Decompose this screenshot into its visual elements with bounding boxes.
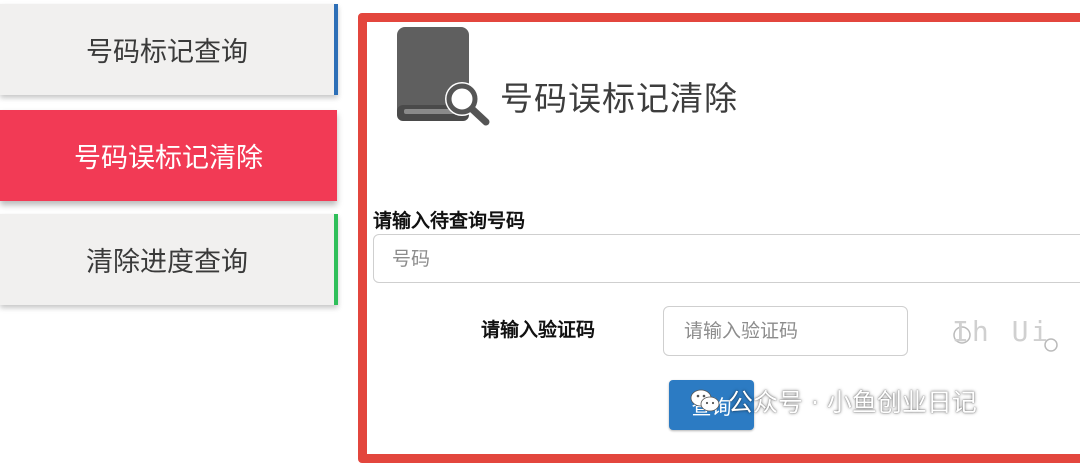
page-title: 号码误标记清除	[500, 79, 738, 118]
phone-label: 请输入待查询号码	[373, 210, 526, 232]
sidebar-item-progress-query[interactable]: 清除进度查询	[0, 214, 338, 305]
sidebar-item-label: 清除进度查询	[86, 247, 248, 278]
watermark-text: 公众号 · 小鱼创业日记	[728, 388, 977, 417]
sidebar-item-label: 号码误标记清除	[74, 143, 263, 174]
phone-number-input[interactable]	[373, 234, 1080, 283]
watermark: 公众号 · 小鱼创业日记	[690, 381, 977, 421]
captcha-label: 请输入验证码	[481, 319, 596, 341]
captcha-input[interactable]	[663, 306, 908, 356]
sidebar-item-mark-clear[interactable]: 号码误标记清除	[0, 110, 337, 201]
captcha-text: Ih Ui	[952, 315, 1051, 348]
captcha-image[interactable]: Ih Ui	[950, 305, 1070, 359]
sidebar-item-label: 号码标记查询	[86, 37, 248, 68]
sidebar-item-mark-query[interactable]: 号码标记查询	[0, 4, 338, 95]
wechat-icon	[690, 389, 720, 412]
book-search-icon	[397, 27, 490, 126]
